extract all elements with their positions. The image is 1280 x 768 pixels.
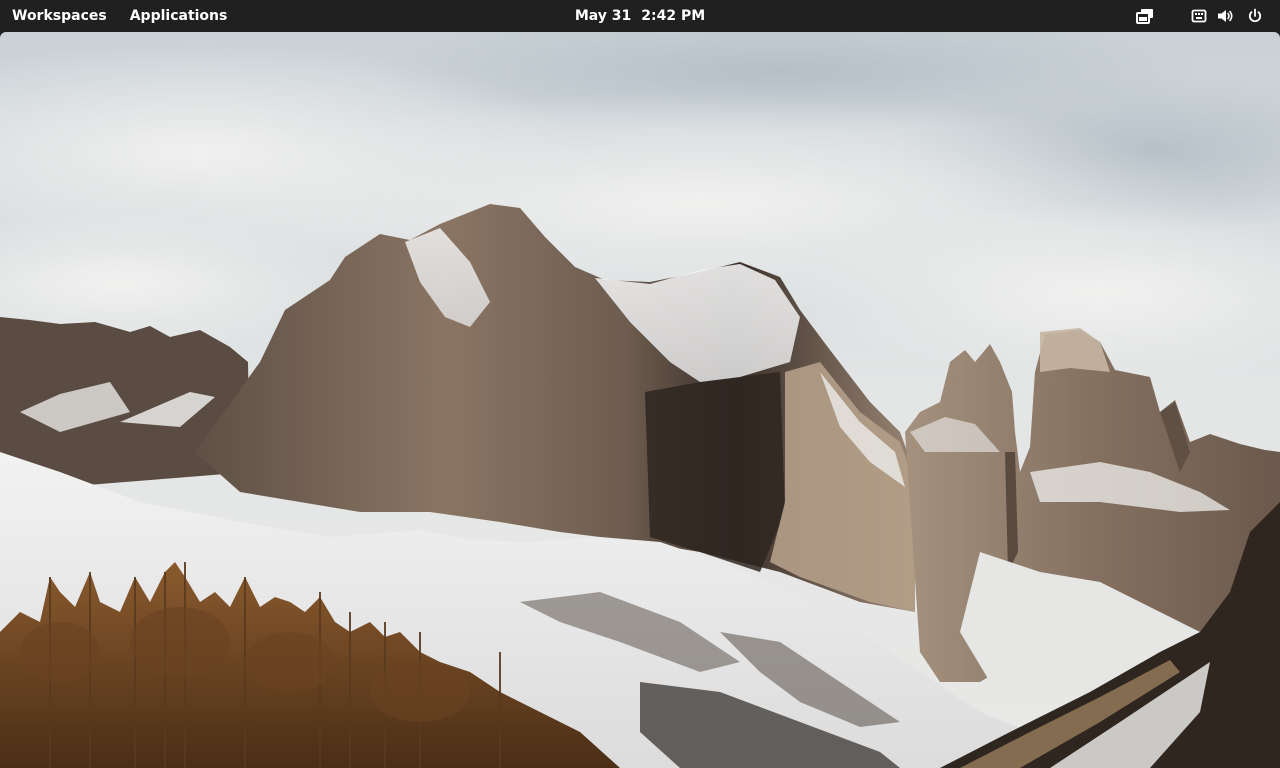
desktop-wallpaper [0,32,1280,768]
keyboard-icon[interactable] [1189,6,1209,26]
datetime-indicator[interactable]: May 31 2:42 PM [574,0,706,32]
date-label: May 31 [574,8,632,24]
top-panel: Workspaces Applications May 31 2:42 PM [0,0,1280,32]
panel-left-group: Workspaces Applications [4,0,242,32]
power-icon[interactable] [1245,6,1265,26]
time-label: 2:42 PM [641,8,706,24]
volume-icon[interactable] [1216,6,1236,26]
applications-button[interactable]: Applications [122,0,236,32]
workspaces-button[interactable]: Workspaces [4,0,115,32]
mountain-landscape-image [0,32,1280,768]
multitasking-icon[interactable] [1135,6,1155,26]
